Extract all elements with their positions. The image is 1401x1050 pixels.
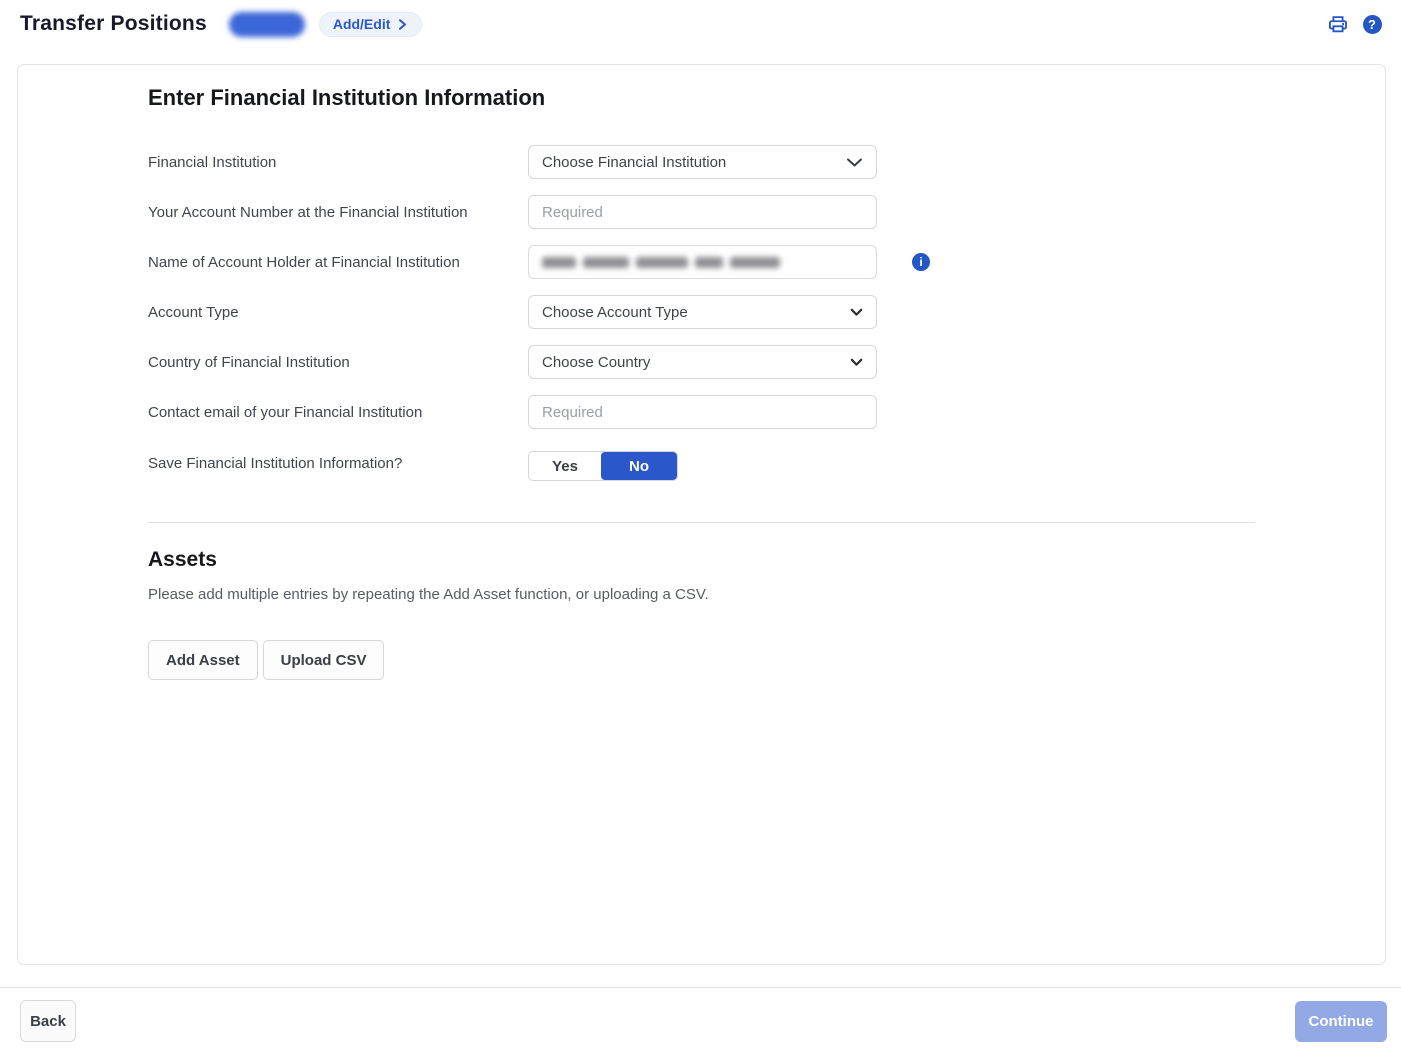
field-label: Country of Financial Institution [148, 354, 528, 371]
selected-value: Choose Country [542, 354, 650, 371]
printer-icon [1327, 13, 1349, 35]
continue-button[interactable]: Continue [1295, 1001, 1387, 1042]
chevron-right-icon [397, 18, 408, 31]
toggle-yes-button[interactable]: Yes [529, 452, 601, 480]
account-number-input[interactable] [528, 195, 877, 229]
chevron-down-icon [850, 358, 863, 367]
redacted-breadcrumb-pill[interactable] [229, 12, 305, 37]
page-title: Transfer Positions [20, 12, 207, 36]
field-label: Name of Account Holder at Financial Inst… [148, 254, 528, 271]
form-row-account-holder-name: Name of Account Holder at Financial Inst… [148, 245, 1255, 279]
account-type-select[interactable]: Choose Account Type [528, 295, 877, 329]
chevron-down-icon [850, 308, 863, 317]
redacted-value [730, 257, 780, 268]
field-label: Your Account Number at the Financial Ins… [148, 204, 528, 221]
field-label: Account Type [148, 304, 528, 321]
page-footer: Back Continue [0, 987, 1401, 1042]
field-label: Contact email of your Financial Institut… [148, 404, 528, 421]
breadcrumb-add-edit[interactable]: Add/Edit [319, 12, 423, 37]
assets-actions: Add Asset Upload CSV [148, 640, 1255, 680]
selected-value: Choose Account Type [542, 304, 688, 321]
upload-csv-button[interactable]: Upload CSV [263, 640, 385, 680]
field-label: Save Financial Institution Information? [148, 455, 528, 472]
content-panel: Enter Financial Institution Information … [17, 64, 1386, 965]
add-asset-button[interactable]: Add Asset [148, 640, 258, 680]
info-icon[interactable]: i [912, 253, 930, 271]
page-header: Transfer Positions Add/Edit ? [0, 0, 1401, 48]
account-holder-name-input[interactable] [528, 245, 877, 279]
assets-description: Please add multiple entries by repeating… [148, 586, 1255, 603]
selected-value: Choose Financial Institution [542, 154, 726, 171]
form-row-account-type: Account Type Choose Account Type [148, 295, 1255, 329]
field-label: Financial Institution [148, 154, 528, 171]
form-row-financial-institution: Financial Institution Choose Financial I… [148, 145, 1255, 179]
toggle-no-button[interactable]: No [601, 452, 677, 480]
redacted-value [636, 257, 688, 268]
financial-institution-select[interactable]: Choose Financial Institution [528, 145, 877, 179]
contact-email-input[interactable] [528, 395, 877, 429]
save-info-toggle: Yes No [528, 451, 678, 481]
section-divider [148, 522, 1255, 523]
form-row-contact-email: Contact email of your Financial Institut… [148, 395, 1255, 429]
chevron-down-icon [846, 157, 863, 168]
redacted-value [542, 257, 576, 268]
assets-heading: Assets [148, 548, 1255, 572]
help-icon: ? [1363, 15, 1382, 34]
redacted-value [583, 257, 629, 268]
form-row-country: Country of Financial Institution Choose … [148, 345, 1255, 379]
form-row-save-info: Save Financial Institution Information? … [148, 445, 1255, 481]
help-button[interactable]: ? [1359, 11, 1385, 37]
country-select[interactable]: Choose Country [528, 345, 877, 379]
form-row-account-number: Your Account Number at the Financial Ins… [148, 195, 1255, 229]
breadcrumb-add-edit-label: Add/Edit [333, 16, 391, 32]
redacted-value [695, 257, 723, 268]
back-button[interactable]: Back [20, 1000, 76, 1042]
section-heading: Enter Financial Institution Information [148, 85, 1255, 111]
print-button[interactable] [1325, 11, 1351, 37]
